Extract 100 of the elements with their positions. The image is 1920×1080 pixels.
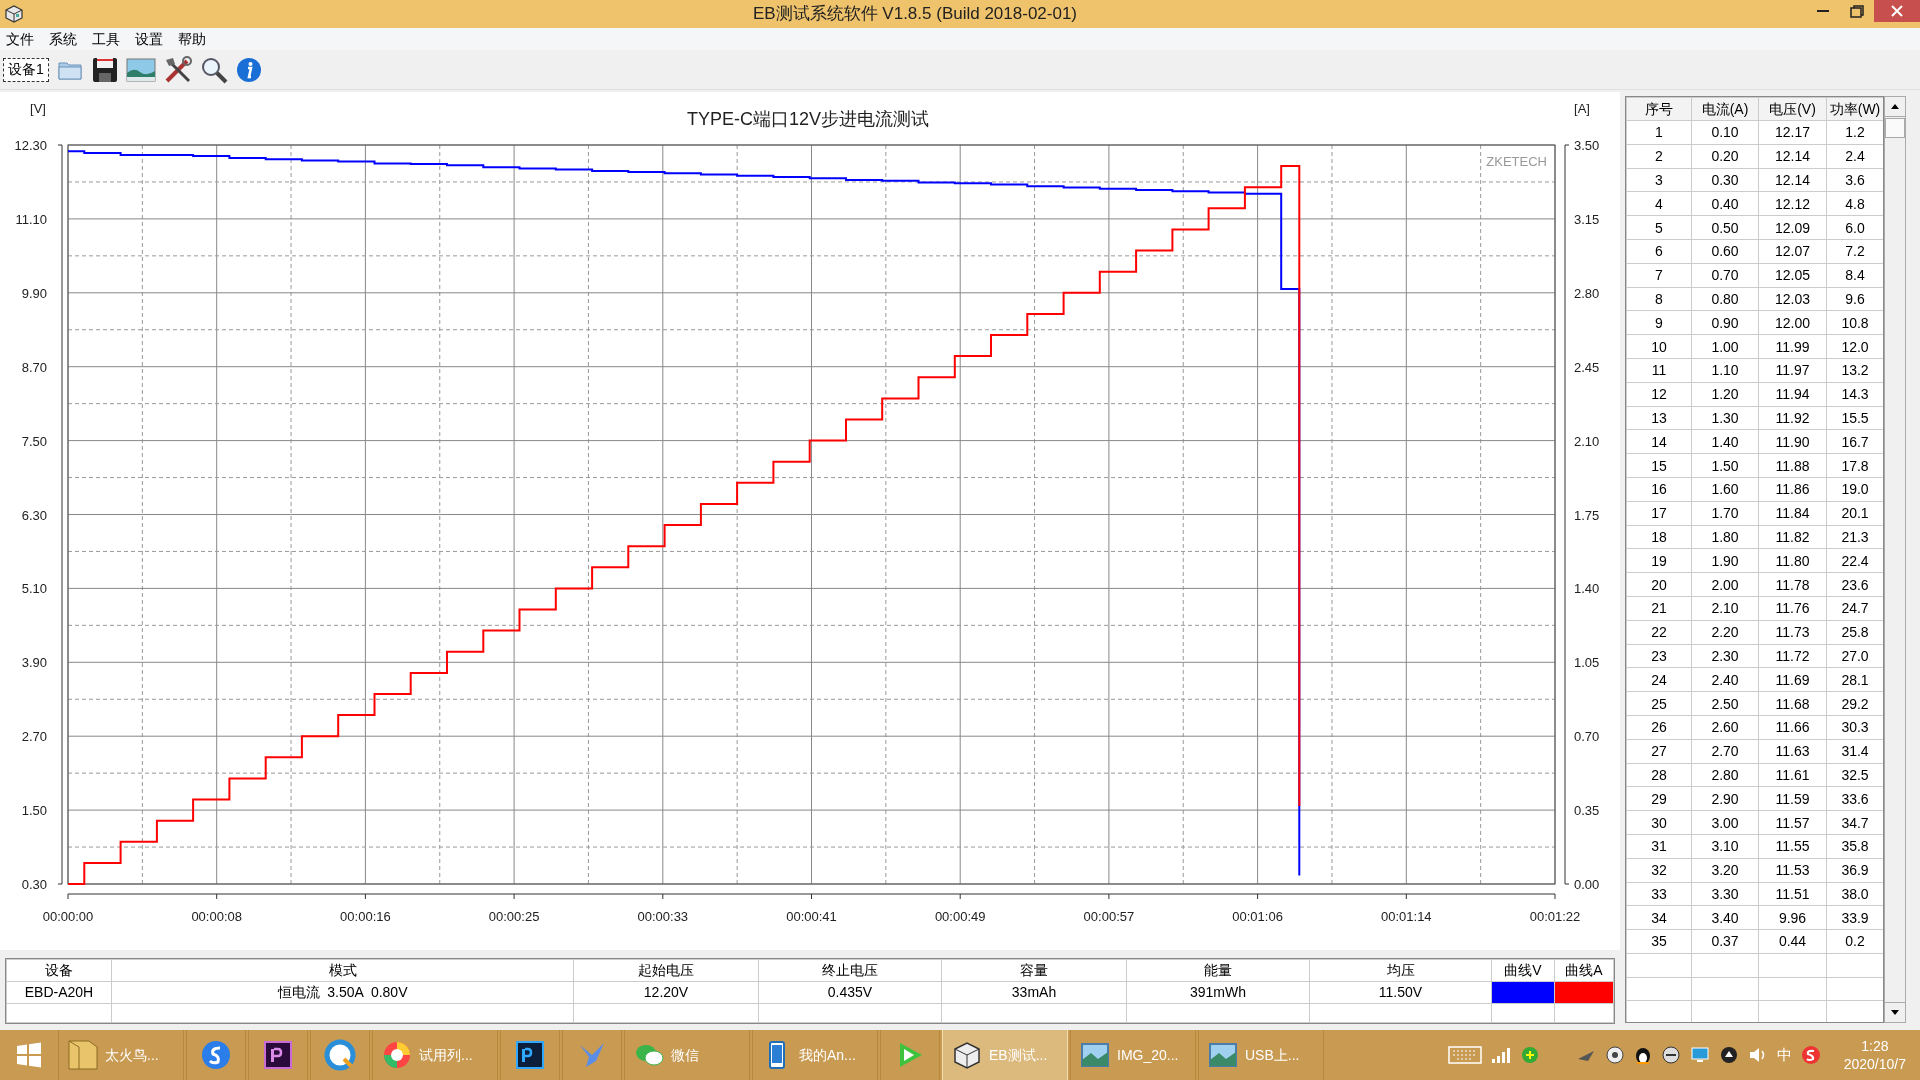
axis-label: 00:00:08 (191, 909, 242, 924)
restore-icon (1850, 4, 1864, 18)
taskbar-label: 试用列... (419, 1045, 473, 1065)
taskbar-button[interactable]: 微信 (624, 1030, 750, 1080)
info-icon[interactable] (234, 55, 263, 84)
search-icon[interactable] (199, 55, 228, 84)
table-cell: 11.63 (1758, 739, 1827, 763)
axis-label: 8.70 (21, 359, 47, 375)
penguin-icon[interactable] (1633, 1045, 1652, 1065)
clock-date[interactable]: 2020/10/7 (1843, 1055, 1906, 1073)
axis-label: 00:00:16 (340, 909, 391, 924)
axis-label: 11.10 (15, 211, 47, 227)
table-cell: 25 (1626, 691, 1692, 716)
taskbar-button[interactable] (186, 1030, 246, 1080)
table-cell: 11.99 (1758, 334, 1827, 359)
clock-time[interactable]: 1:28 (1861, 1037, 1889, 1055)
tray-icon[interactable] (1660, 1045, 1681, 1065)
signal-icon[interactable] (1490, 1046, 1511, 1064)
close-button[interactable] (1874, 0, 1920, 22)
table-cell: 1.20 (1691, 382, 1759, 407)
axis-label: 00:01:06 (1232, 909, 1283, 924)
taskbar-label: USB上... (1245, 1045, 1300, 1065)
table-cell: 11.82 (1758, 525, 1827, 549)
taskbar-label: 我的An... (799, 1045, 856, 1065)
axis-label: 7.50 (21, 433, 47, 449)
table-cell: 11.94 (1758, 382, 1827, 407)
column-header: 曲线A (1554, 959, 1614, 982)
browser-icon (324, 1039, 356, 1071)
table-cell: 11.66 (1758, 715, 1827, 740)
menu-item[interactable]: 系统 (49, 28, 77, 50)
app-icon (262, 1039, 294, 1071)
table-cell: 11.57 (1758, 810, 1827, 835)
menu-item[interactable]: 帮助 (178, 28, 206, 50)
column-header: 终止电压 (758, 959, 942, 982)
table-cell: 19 (1626, 548, 1692, 573)
menu-item[interactable]: 工具 (92, 28, 120, 50)
taskbar-button[interactable]: 试用列... (372, 1030, 498, 1080)
table-cell: 1.60 (1691, 477, 1759, 502)
table-cell: 6 (1626, 239, 1692, 264)
table-cell: 12.12 (1758, 191, 1827, 216)
table-cell: 17 (1626, 501, 1692, 526)
windows-icon (16, 1042, 42, 1068)
table-cell: 1.80 (1691, 525, 1759, 549)
scroll-thumb[interactable] (1885, 118, 1905, 138)
table-cell: 391mWh (1126, 981, 1310, 1004)
scrollbar[interactable] (1884, 96, 1906, 1023)
axis-label: 3.15 (1574, 211, 1600, 227)
table-cell: 2.40 (1691, 667, 1759, 692)
monitor-icon[interactable] (1689, 1045, 1710, 1065)
table-cell: 1.50 (1691, 453, 1759, 478)
column-header: 电压(V) (1758, 97, 1827, 121)
table-cell: 18 (1626, 525, 1692, 549)
table-cell: 11.53 (1758, 858, 1827, 882)
axis-unit: [A] (1574, 101, 1590, 116)
table-cell: 11.80 (1758, 548, 1827, 573)
chart-watermark: ZKETECH (1486, 154, 1547, 169)
taskbar-button[interactable]: 我的An... (752, 1030, 878, 1080)
table-cell: 12.00 (1758, 310, 1827, 335)
table-cell: 2.20 (1691, 620, 1759, 645)
tray-icon[interactable] (1718, 1045, 1739, 1065)
table-cell: 0.80 (1691, 287, 1759, 311)
device-tab[interactable]: 设备1 (3, 57, 49, 82)
table-cell: 11.55 (1758, 834, 1827, 859)
table-cell: 0.44 (1758, 929, 1827, 954)
table-cell: 14 (1626, 429, 1692, 454)
table-cell: 11.72 (1758, 644, 1827, 668)
axis-label: 0.35 (1574, 803, 1600, 819)
table-cell: 9.96 (1758, 905, 1827, 930)
table-cell: 12.07 (1758, 239, 1827, 264)
landscape-icon[interactable] (125, 56, 156, 83)
table-cell: 34 (1626, 905, 1692, 930)
chart-title: TYPE-C端口12V步进电流测试 (687, 109, 929, 129)
axis-label: 00:00:25 (488, 909, 540, 924)
axis-label: 5.10 (21, 581, 47, 597)
axis-label: 00:01:22 (1529, 909, 1581, 924)
input-method-indicator[interactable]: 中 (1776, 1043, 1792, 1067)
table-cell: 11.76 (1758, 596, 1827, 621)
table-cell: 3.30 (1691, 882, 1759, 906)
input-method-icon[interactable] (1800, 1045, 1821, 1065)
save-icon[interactable] (90, 55, 119, 84)
close-icon (1891, 5, 1903, 17)
folder-icon (67, 1039, 99, 1071)
taskbar-button[interactable] (310, 1030, 370, 1080)
table-cell: 22 (1626, 620, 1692, 645)
menu-item[interactable]: 文件 (6, 28, 34, 50)
taskbar-button[interactable]: EB测试... (942, 1030, 1068, 1080)
tray-icon[interactable] (1604, 1045, 1625, 1065)
table-cell: 12 (1626, 382, 1692, 407)
taskbar-button[interactable]: USB上... (1198, 1030, 1324, 1080)
app-icon (951, 1039, 983, 1071)
taskbar-button[interactable]: 太火鸟... (58, 1030, 184, 1080)
app-icon (514, 1039, 546, 1071)
table-cell: 11.59 (1758, 786, 1827, 811)
table-cell: 0.50 (1691, 215, 1759, 240)
menu-item[interactable]: 设置 (135, 28, 163, 50)
taskbar-button[interactable]: IMG_20... (1070, 1030, 1196, 1080)
taskbar-button[interactable] (500, 1030, 560, 1080)
table-cell: 31 (1626, 834, 1692, 859)
taskbar-button[interactable] (248, 1030, 308, 1080)
table-cell: 13 (1626, 406, 1692, 430)
